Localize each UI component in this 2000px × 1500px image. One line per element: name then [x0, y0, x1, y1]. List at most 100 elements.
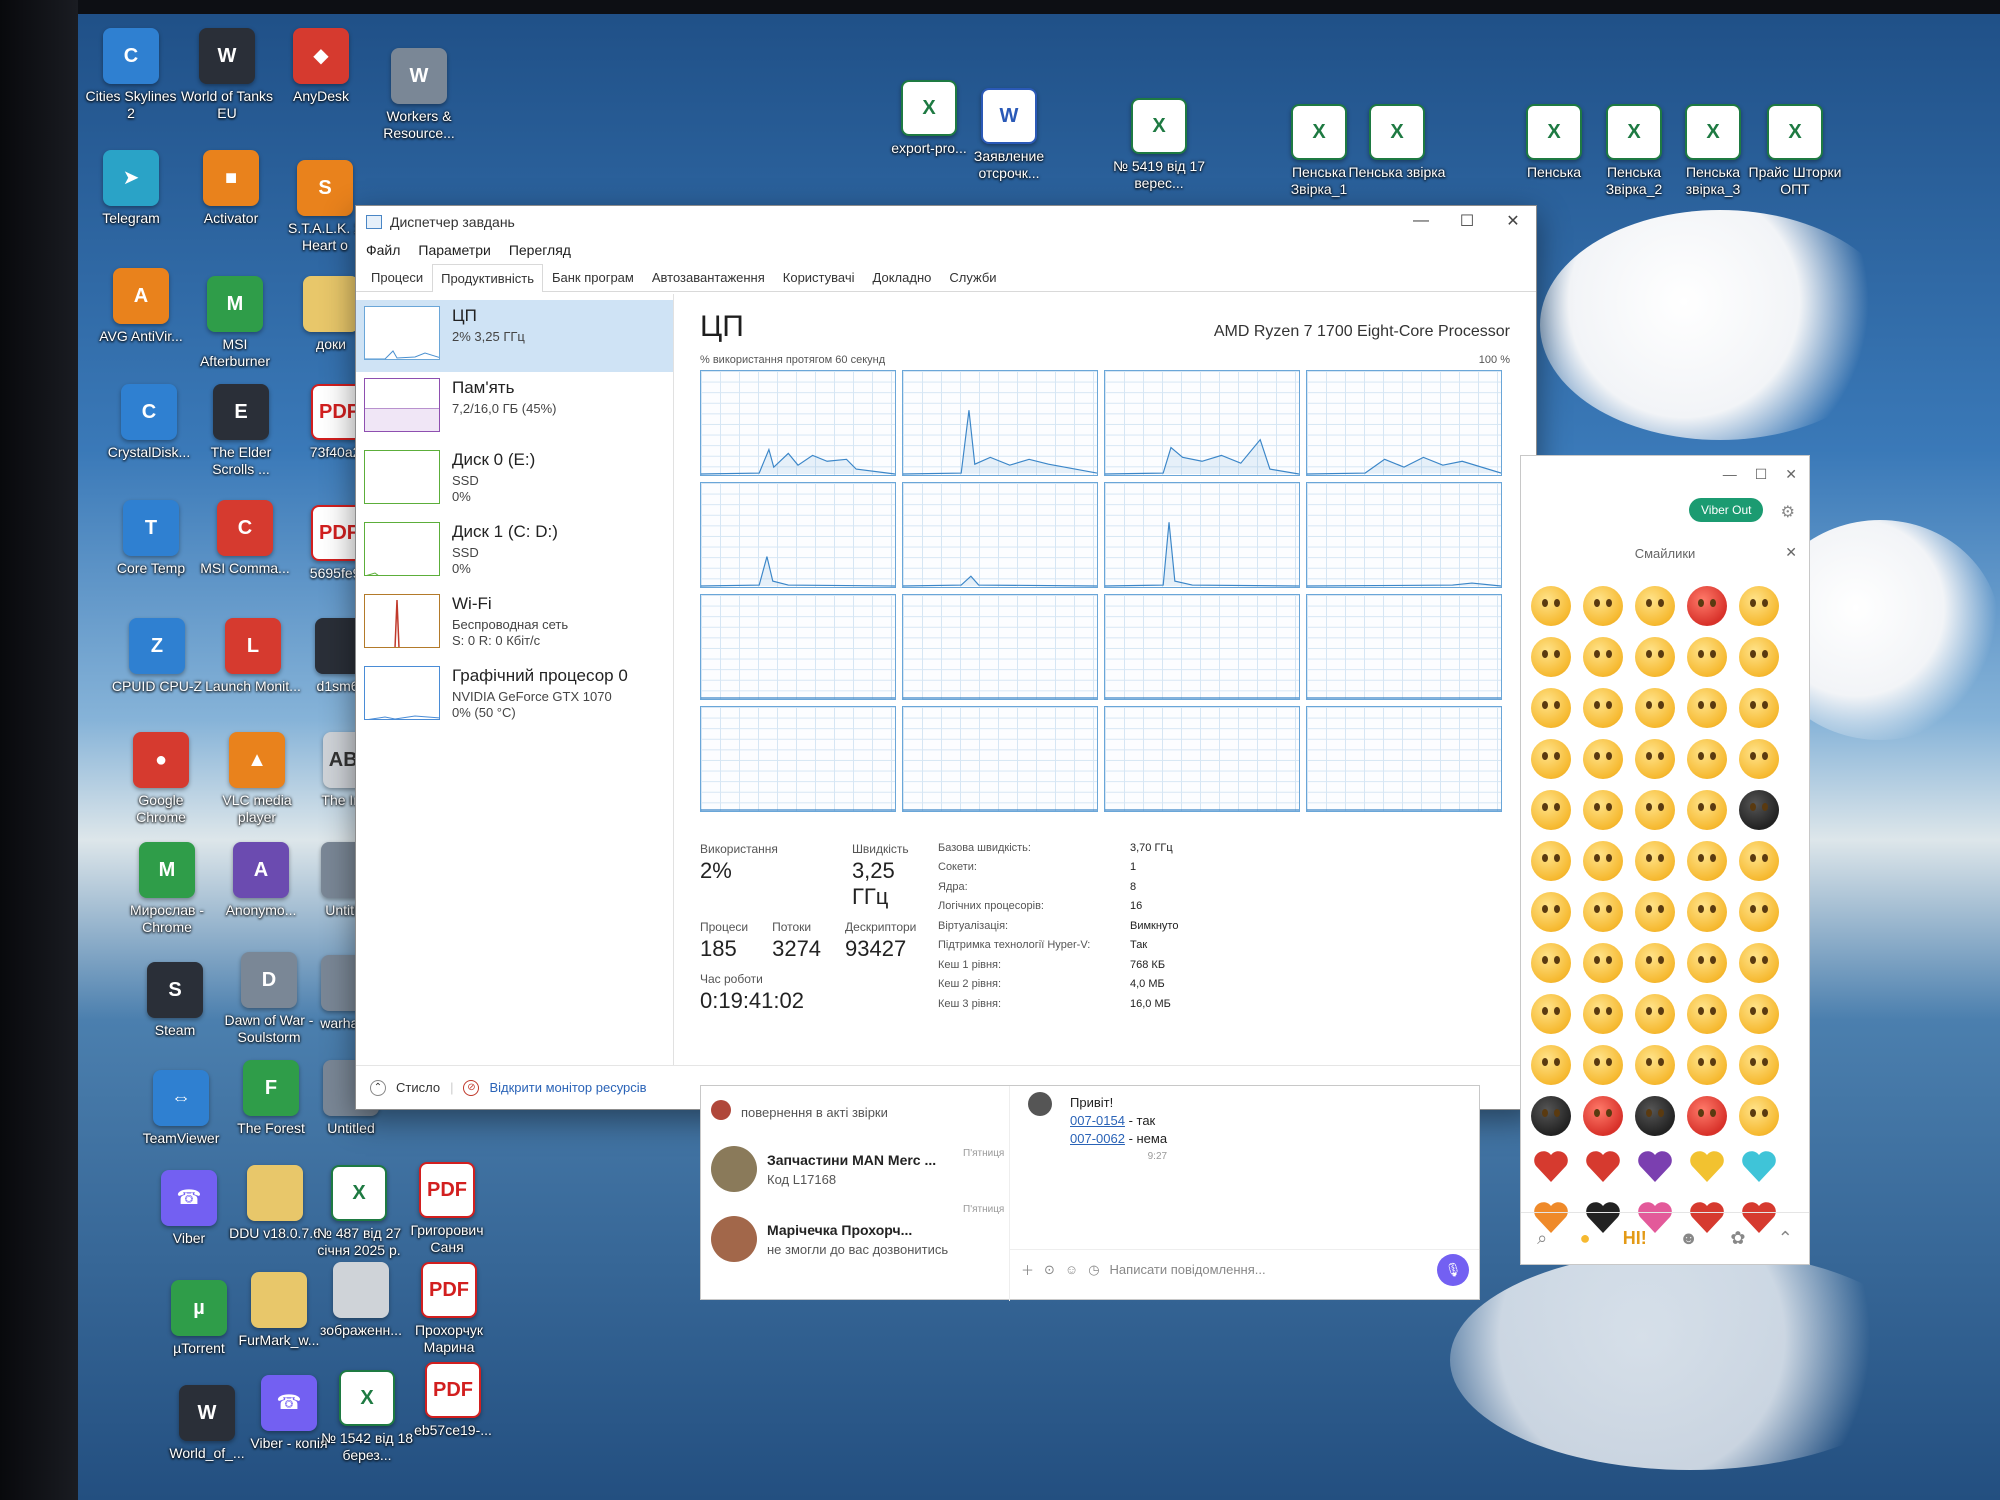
smiley-emoji[interactable]	[1635, 994, 1675, 1034]
close-button[interactable]: ✕	[1785, 466, 1797, 483]
smiley-emoji[interactable]	[1687, 892, 1727, 932]
smiley-emoji[interactable]	[1583, 790, 1623, 830]
smiley-emoji[interactable]	[1583, 841, 1623, 881]
smiley-emoji[interactable]	[1739, 739, 1779, 779]
desktop-icon[interactable]: ⇔ TeamViewer	[132, 1070, 230, 1147]
close-icon[interactable]: ✕	[1785, 544, 1797, 561]
message-input[interactable]: Написати повідомлення...	[1110, 1262, 1427, 1277]
desktop-icon[interactable]: X № 5419 від 17 верес...	[1110, 98, 1208, 192]
sticker-icon[interactable]: ☺	[1065, 1262, 1078, 1277]
message-composer[interactable]: ＋ ⊙ ☺ ◷ Написати повідомлення... 🎙	[1009, 1249, 1479, 1289]
desktop-icon[interactable]: W World of Tanks EU	[178, 28, 276, 122]
resource-item-memory[interactable]: Пам'ять 7,2/16,0 ГБ (45%)	[356, 372, 673, 444]
smiley-emoji[interactable]	[1531, 688, 1571, 728]
desktop-icon[interactable]: S Steam	[126, 962, 224, 1039]
smiley-emoji[interactable]	[1531, 892, 1571, 932]
smiley-emoji[interactable]	[1635, 1096, 1675, 1136]
smiley-emoji[interactable]	[1687, 841, 1727, 881]
smiley-emoji[interactable]	[1583, 1096, 1623, 1136]
smiley-emoji[interactable]	[1531, 790, 1571, 830]
smiley-emoji[interactable]	[1739, 841, 1779, 881]
desktop-icon[interactable]: C CrystalDisk...	[100, 384, 198, 461]
smiley-emoji[interactable]	[1739, 994, 1779, 1034]
smiley-emoji[interactable]	[1739, 688, 1779, 728]
menu-options[interactable]: Параметри	[418, 242, 490, 258]
smiley-emoji[interactable]	[1739, 1096, 1779, 1136]
smiley-emoji[interactable]	[1687, 1045, 1727, 1085]
smiley-emoji[interactable]	[1583, 586, 1623, 626]
smiley-emoji[interactable]	[1687, 739, 1727, 779]
microphone-icon[interactable]: 🎙	[1437, 1253, 1469, 1286]
maximize-button[interactable]: ☐	[1755, 466, 1768, 483]
chevron-up-icon[interactable]: ⌃	[370, 1079, 386, 1096]
smiley-emoji[interactable]	[1739, 790, 1779, 830]
desktop-icon[interactable]: PDF eb57ce19-...	[404, 1362, 502, 1439]
gif-icon[interactable]: ⊙	[1044, 1262, 1055, 1278]
smiley-emoji[interactable]	[1739, 637, 1779, 677]
desktop-icon[interactable]: C Cities Skylines 2	[82, 28, 180, 122]
desktop-icon[interactable]: A Anonymo...	[212, 842, 310, 919]
sticker-category-icon[interactable]: ✿	[1730, 1228, 1745, 1249]
smiley-emoji[interactable]	[1583, 688, 1623, 728]
smiley-emoji[interactable]	[1635, 688, 1675, 728]
desktop-icon[interactable]: ◆ AnyDesk	[272, 28, 370, 105]
smiley-emoji[interactable]	[1635, 1045, 1675, 1085]
desktop-icon[interactable]: M Мирослав - Chrome	[118, 842, 216, 936]
desktop-icon[interactable]: ☎ Viber	[140, 1170, 238, 1247]
smiley-emoji[interactable]	[1635, 841, 1675, 881]
chat-list-item[interactable]: Запчастини MAN Merc ... Код L17168	[711, 1146, 991, 1192]
desktop-icon[interactable]: зображенн...	[312, 1262, 410, 1339]
open-resource-monitor-link[interactable]: Відкрити монітор ресурсів	[489, 1080, 646, 1095]
desktop-icon[interactable]: M MSI Afterburner	[186, 276, 284, 370]
desktop-icon[interactable]: Z CPUID CPU-Z	[108, 618, 206, 695]
desktop-icon[interactable]: W Workers & Resource...	[370, 48, 468, 142]
desktop-icon[interactable]: PDF Прохорчук Марина	[400, 1262, 498, 1356]
timer-icon[interactable]: ◷	[1088, 1262, 1099, 1278]
desktop-icon[interactable]: L Launch Monit...	[204, 618, 302, 695]
tab-users[interactable]: Користувачі	[774, 263, 864, 291]
desktop-icon[interactable]: X Прайс Шторки ОПТ	[1746, 104, 1844, 198]
desktop-icon[interactable]: PDF Григорович Саня	[398, 1162, 496, 1256]
smiley-emoji[interactable]	[1687, 586, 1727, 626]
smiley-emoji[interactable]	[1687, 790, 1727, 830]
desktop-icon[interactable]: ■ Activator	[182, 150, 280, 227]
tab-app-history[interactable]: Банк програм	[543, 263, 643, 291]
smiley-emoji[interactable]	[1531, 637, 1571, 677]
desktop-icon[interactable]: W Заявление отсрочк...	[960, 88, 1058, 182]
desktop-icon[interactable]: ● Google Chrome	[112, 732, 210, 826]
smiley-emoji[interactable]	[1687, 943, 1727, 983]
tab-processes[interactable]: Процеси	[362, 263, 432, 291]
smiley-emoji[interactable]	[1531, 1045, 1571, 1085]
smiley-emoji[interactable]	[1531, 586, 1571, 626]
gear-icon[interactable]: ⚙	[1781, 502, 1795, 522]
smiley-emoji[interactable]	[1687, 1096, 1727, 1136]
tab-startup[interactable]: Автозавантаження	[643, 263, 774, 291]
menu-view[interactable]: Перегляд	[509, 242, 571, 258]
close-button[interactable]: ✕	[1490, 206, 1536, 236]
smiley-emoji[interactable]	[1583, 994, 1623, 1034]
smiley-emoji[interactable]	[1739, 892, 1779, 932]
smiley-emoji[interactable]	[1583, 1045, 1623, 1085]
chat-list-item[interactable]: Марічечка Прохорч... не змогли до вас до…	[711, 1216, 991, 1262]
maximize-button[interactable]: ☐	[1444, 206, 1490, 236]
tab-details[interactable]: Докладно	[864, 263, 941, 291]
heart-emoji[interactable]	[1687, 1147, 1727, 1187]
heart-emoji[interactable]	[1531, 1147, 1571, 1187]
chat-list-item[interactable]: повернення в акті звірки	[711, 1100, 991, 1120]
resource-item-wifi[interactable]: Wi-Fi Беспроводная сеть S: 0 R: 0 Кбіт/с	[356, 588, 673, 660]
smiley-emoji[interactable]	[1687, 688, 1727, 728]
smiley-category-icon[interactable]: ●	[1580, 1228, 1591, 1249]
resource-item-disk1[interactable]: Диск 1 (C: D:) SSD 0%	[356, 516, 673, 588]
hi-sticker-category-icon[interactable]: HI!	[1623, 1228, 1647, 1249]
menu-file[interactable]: Файл	[366, 242, 400, 258]
desktop-icon[interactable]: X № 487 від 27 січня 2025 р.	[310, 1165, 408, 1259]
task-manager-titlebar[interactable]: Диспетчер завдань	[356, 206, 1536, 238]
smiley-emoji[interactable]	[1739, 1045, 1779, 1085]
search-icon[interactable]: ⌕	[1537, 1228, 1547, 1249]
smiley-emoji[interactable]	[1739, 943, 1779, 983]
viber-out-button[interactable]: Viber Out	[1689, 498, 1764, 522]
smiley-emoji[interactable]	[1583, 943, 1623, 983]
smiley-emoji[interactable]	[1739, 586, 1779, 626]
desktop-icon[interactable]: X № 1542 від 18 берез...	[318, 1370, 416, 1464]
smiley-emoji[interactable]	[1635, 790, 1675, 830]
